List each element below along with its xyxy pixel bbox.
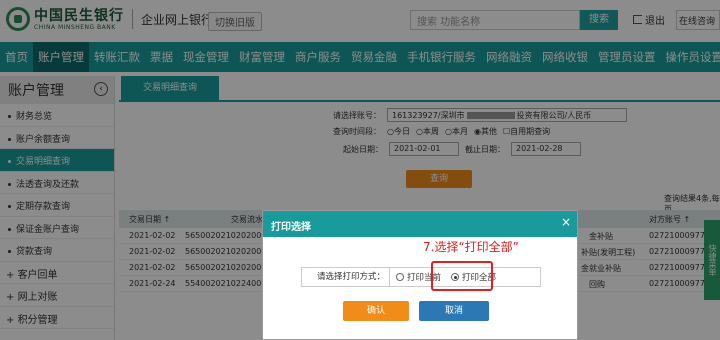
- radio-icon: [396, 273, 404, 281]
- highlight-box: [431, 261, 493, 291]
- print-mode-label: 请选择打印方式：: [302, 268, 390, 286]
- confirm-button[interactable]: 确认: [343, 301, 409, 321]
- close-icon[interactable]: ×: [561, 215, 571, 229]
- dialog-title: 打印选择: [263, 211, 577, 237]
- cancel-button[interactable]: 取消: [419, 301, 489, 321]
- print-mode-row: 请选择打印方式： 打印当前 打印全部: [301, 267, 541, 287]
- print-dialog: 打印选择 × 7.选择“打印全部” 请选择打印方式： 打印当前 打印全部 确认 …: [262, 210, 578, 340]
- step-annotation: 7.选择“打印全部”: [423, 240, 519, 254]
